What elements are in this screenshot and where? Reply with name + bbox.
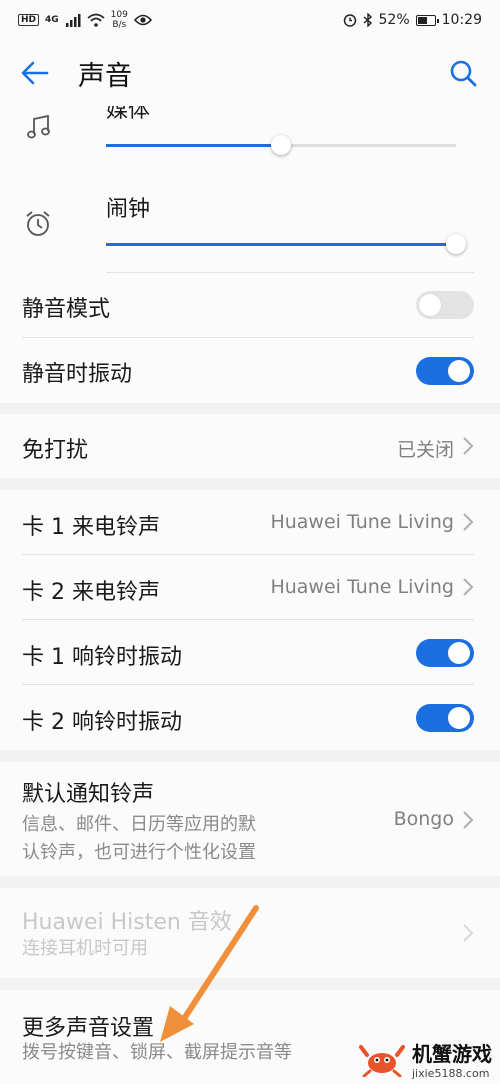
card1-vibrate-row[interactable]: 卡 1 响铃时振动 (0, 620, 500, 685)
card1-ringtone-row[interactable]: 卡 1 来电铃声 Huawei Tune Living (0, 490, 500, 555)
card1-ringtone-label: 卡 1 来电铃声 (22, 515, 160, 540)
search-icon (450, 60, 477, 87)
media-volume-slider[interactable] (106, 135, 456, 155)
notification-desc-line2: 认铃声，也可进行个性化设置 (22, 842, 256, 863)
page-title: 声音 (78, 60, 132, 92)
card1-ringtone-value: Huawei Tune Living (270, 511, 454, 533)
notification-row[interactable]: 默认通知铃声 信息、邮件、日历等应用的默 认铃声，也可进行个性化设置 Bongo (0, 762, 500, 876)
watermark-url: jixie5188.com (412, 1067, 490, 1080)
ringtone-card: 卡 1 来电铃声 Huawei Tune Living 卡 2 来电铃声 Hua… (0, 490, 500, 750)
app-bar: 声音 (0, 40, 500, 106)
arrow-back-icon (21, 61, 49, 85)
notification-desc-line1: 信息、邮件、日历等应用的默 (22, 814, 256, 835)
volume-card: 媒体 闹钟 静音模式 静音时振动 (0, 106, 500, 403)
watermark: 机蟹游戏 jixie5188.com (358, 1038, 492, 1080)
silent-mode-label: 静音模式 (22, 297, 111, 322)
battery-icon (415, 14, 439, 26)
net-speed: 109 B/s (110, 10, 128, 30)
media-volume-row: 媒体 (0, 106, 500, 176)
vibrate-on-silent-label: 静音时振动 (22, 362, 133, 387)
card1-vibrate-toggle[interactable] (416, 639, 474, 667)
alarm-label: 闹钟 (106, 197, 151, 222)
card2-ringtone-label: 卡 2 来电铃声 (22, 580, 160, 605)
card2-vibrate-label: 卡 2 响铃时振动 (22, 710, 182, 735)
card2-ringtone-row[interactable]: 卡 2 来电铃声 Huawei Tune Living (0, 555, 500, 620)
histen-desc: 连接耳机时可用 (22, 938, 148, 959)
alarm-volume-row: 闹钟 (0, 176, 500, 273)
card2-vibrate-toggle[interactable] (416, 704, 474, 732)
chevron-right-icon (463, 924, 474, 942)
media-label: 媒体 (106, 106, 151, 123)
card1-vibrate-label: 卡 1 响铃时振动 (22, 645, 182, 670)
dnd-value: 已关闭 (396, 439, 454, 461)
watermark-title: 机蟹游戏 (412, 1042, 492, 1066)
alarm-volume-slider[interactable] (106, 234, 466, 254)
alarm-clock-icon (26, 211, 50, 236)
back-button[interactable] (0, 40, 70, 106)
eye-icon (133, 14, 152, 26)
notification-card: 默认通知铃声 信息、邮件、日历等应用的默 认铃声，也可进行个性化设置 Bongo (0, 762, 500, 876)
chevron-right-icon (463, 437, 474, 455)
card2-vibrate-row[interactable]: 卡 2 响铃时振动 (0, 685, 500, 750)
dnd-row[interactable]: 免打扰 已关闭 (0, 414, 500, 478)
chevron-right-icon (463, 513, 474, 531)
music-note-icon (27, 114, 50, 139)
chevron-right-icon (463, 578, 474, 596)
chevron-right-icon (463, 811, 474, 829)
clock: 10:29 (441, 12, 482, 28)
alarm-volume-thumb[interactable] (446, 234, 466, 254)
crab-logo-icon (359, 1045, 405, 1077)
search-button[interactable] (444, 54, 482, 92)
notification-value: Bongo (393, 808, 454, 830)
alarm-volume-fill (106, 243, 456, 246)
status-bar: HD 4G 109 B/s 52% 10:29 (0, 0, 500, 40)
alarm-status-icon (343, 14, 356, 27)
battery-percent: 52% (378, 12, 410, 28)
network-type: 4G (45, 15, 59, 25)
card2-ringtone-value: Huawei Tune Living (270, 576, 454, 598)
wifi-icon (87, 13, 105, 27)
bluetooth-icon (363, 13, 372, 27)
annotation-arrow (160, 905, 259, 1042)
hd-badge: HD (18, 14, 40, 26)
vibrate-on-silent-row[interactable]: 静音时振动 (0, 338, 500, 403)
notification-label: 默认通知铃声 (22, 782, 155, 807)
media-volume-thumb[interactable] (271, 135, 291, 155)
signal-icon (65, 14, 81, 27)
dnd-card: 免打扰 已关闭 (0, 414, 500, 478)
media-volume-fill (106, 144, 281, 147)
silent-mode-toggle[interactable] (416, 291, 474, 319)
vibrate-on-silent-toggle[interactable] (416, 357, 474, 385)
dnd-label: 免打扰 (22, 438, 89, 463)
silent-mode-row[interactable]: 静音模式 (0, 273, 500, 338)
